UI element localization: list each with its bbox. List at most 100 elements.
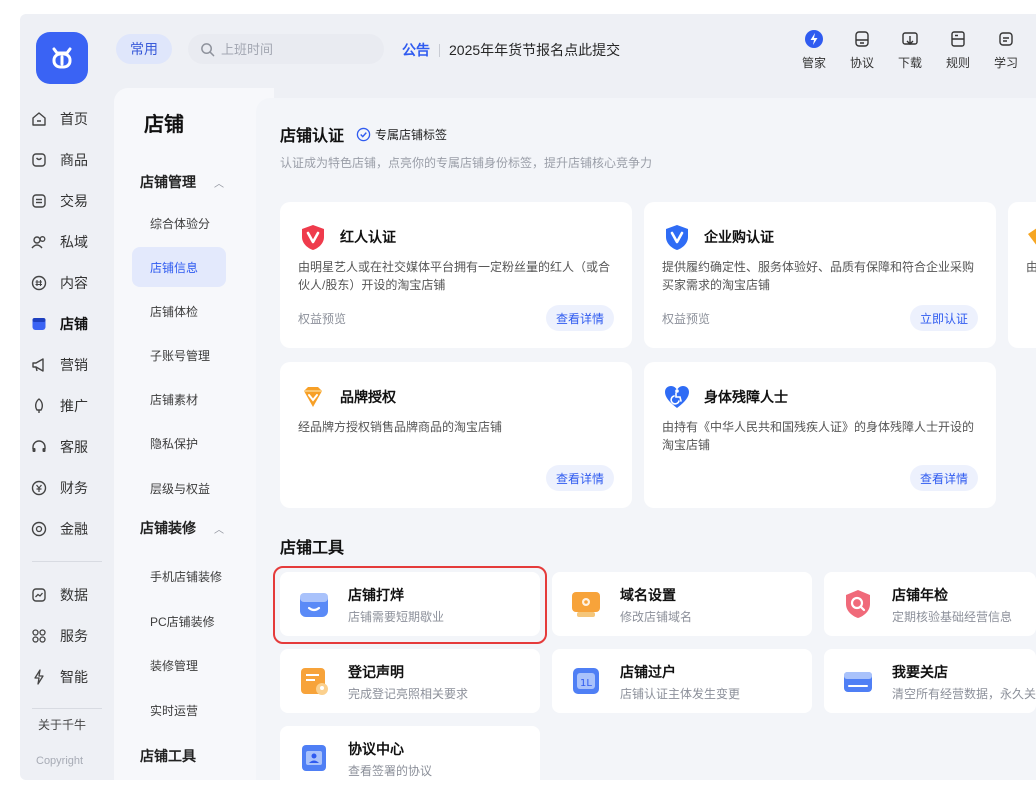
- nav-item-promote[interactable]: 推广: [30, 391, 110, 421]
- submenu-group-tools[interactable]: 店铺工具: [140, 746, 196, 766]
- tool-desc: 清空所有经营数据，永久关闭: [892, 687, 1036, 701]
- promote-icon: [30, 397, 48, 415]
- nav-item-shop[interactable]: 店铺: [30, 309, 110, 339]
- submenu-group-manage[interactable]: 店铺管理 ︿: [140, 172, 224, 192]
- cert-card-influencer[interactable]: 红人认证 由明星艺人或在社交媒体平台拥有一定粉丝量的红人（或合伙人/股东）开设的…: [280, 202, 632, 348]
- agreement-icon: [296, 740, 332, 776]
- tool-name: 店铺过户: [620, 664, 676, 680]
- nav-label: 店铺: [60, 316, 88, 332]
- submenu-item-materials[interactable]: 店铺素材: [132, 379, 226, 419]
- orange-partial-icon: [1028, 228, 1036, 245]
- submenu-group-decoration[interactable]: 店铺装修 ︿: [140, 518, 224, 538]
- check-circle-icon: [356, 127, 371, 141]
- blue-v-shield-icon: [666, 225, 688, 250]
- card-head: 品牌授权: [298, 382, 396, 412]
- nav-item-goods[interactable]: 商品: [30, 145, 110, 175]
- notice-divider: [439, 43, 440, 57]
- section-title: 店铺认证: [280, 128, 345, 145]
- tool-butler[interactable]: 管家: [790, 28, 838, 71]
- nav-item-content[interactable]: 内容: [30, 268, 110, 298]
- tool-download[interactable]: 下载: [886, 28, 934, 71]
- common-button[interactable]: 常用: [116, 34, 172, 64]
- certify-now-button[interactable]: 立即认证: [909, 305, 978, 331]
- learn-icon: [995, 28, 1017, 50]
- orange-diamond-icon: [304, 387, 322, 407]
- nav-item-home[interactable]: 首页: [30, 104, 110, 134]
- notice-text[interactable]: 2025年年货节报名点此提交: [449, 40, 620, 60]
- home-icon: [30, 110, 48, 128]
- tool-card-annual-check[interactable]: 店铺年检 定期核验基础经营信息: [824, 572, 1036, 636]
- tool-agreement[interactable]: 协议: [838, 28, 886, 71]
- headset-icon: [30, 438, 48, 456]
- nav-label: 商品: [60, 152, 88, 168]
- submenu-item-levels[interactable]: 层级与权益: [132, 468, 226, 508]
- group-label: 店铺工具: [140, 748, 196, 764]
- nav-item-ai[interactable]: 智能: [30, 662, 110, 692]
- submenu-item-decor-manage[interactable]: 装修管理: [132, 645, 226, 685]
- submenu-item-shop-check[interactable]: 店铺体检: [132, 291, 226, 331]
- submenu-item-mobile-decor[interactable]: 手机店铺装修: [132, 556, 226, 596]
- view-details-button[interactable]: 查看详情: [545, 465, 614, 491]
- submenu-item-shop-info[interactable]: 店铺信息: [132, 247, 226, 287]
- benefit-preview-link[interactable]: 权益预览: [298, 310, 346, 327]
- submenu-item-pc-decor[interactable]: PC店铺装修: [132, 601, 226, 641]
- tool-label: 管家: [801, 56, 826, 70]
- app-logo[interactable]: [36, 32, 88, 84]
- card-desc: 经品牌方授权销售品牌商品的淘宝店铺: [298, 420, 503, 434]
- nav-label: 客服: [60, 439, 88, 455]
- tool-card-domain[interactable]: 域名设置 修改店铺域名: [552, 572, 812, 636]
- tool-card-close-shop[interactable]: 我要关店 清空所有经营数据，永久关闭: [824, 649, 1036, 713]
- svg-text:1L: 1L: [580, 678, 592, 689]
- nav-item-private[interactable]: 私域: [30, 227, 110, 257]
- tool-label: 协议: [849, 56, 874, 70]
- nav-item-data[interactable]: 数据: [30, 580, 110, 610]
- service-icon: [30, 627, 48, 645]
- tool-card-register[interactable]: 登记声明 完成登记亮照相关要求: [280, 649, 540, 713]
- search-input[interactable]: [221, 41, 371, 57]
- view-details-button[interactable]: 查看详情: [909, 465, 978, 491]
- tool-rules[interactable]: 规则: [934, 28, 982, 71]
- submenu-item-subaccounts[interactable]: 子账号管理: [132, 335, 226, 375]
- tool-desc: 修改店铺域名: [620, 610, 693, 624]
- cert-card-enterprise[interactable]: 企业购认证 提供履约确定性、服务体验好、品质有保障和符合企业采购买家需求的淘宝店…: [644, 202, 996, 348]
- nav-item-finance[interactable]: 财务: [30, 473, 110, 503]
- register-icon: [296, 663, 332, 699]
- card-desc: 提供履约确定性、服务体验好、品质有保障和符合企业采购买家需求的淘宝店铺: [662, 260, 975, 292]
- tool-desc: 查看签署的协议: [348, 764, 433, 778]
- submenu-item-experience-score[interactable]: 综合体验分: [132, 203, 226, 243]
- nav-item-trade[interactable]: 交易: [30, 186, 110, 216]
- tool-desc: 完成登记亮照相关要求: [348, 687, 469, 701]
- nav-item-bank[interactable]: 金融: [30, 514, 110, 544]
- nav-item-service[interactable]: 服务: [30, 621, 110, 651]
- nav-divider: [32, 708, 102, 709]
- tool-label: 学习: [993, 56, 1018, 70]
- group-label: 店铺装修: [140, 520, 196, 536]
- cert-card-brand[interactable]: 品牌授权 经品牌方授权销售品牌商品的淘宝店铺 查看详情: [280, 362, 632, 508]
- cert-card-partial[interactable]: 由: [1008, 202, 1036, 348]
- submenu-item-privacy[interactable]: 隐私保护: [132, 423, 226, 463]
- about-link[interactable]: 关于千牛: [38, 716, 86, 733]
- exclusive-tag[interactable]: 专属店铺标签: [356, 126, 447, 143]
- annual-check-icon: [840, 586, 876, 622]
- card-title: 身体残障人士: [704, 389, 788, 405]
- benefit-preview-link[interactable]: 权益预览: [662, 310, 710, 327]
- nav-item-cs[interactable]: 客服: [30, 432, 110, 462]
- tool-card-agreements[interactable]: 协议中心 查看签署的协议: [280, 726, 540, 780]
- section-subtitle: 认证成为特色店铺，点亮你的专属店铺身份标签，提升店铺核心竞争力: [280, 156, 653, 170]
- rules-icon: [947, 28, 969, 50]
- search-box[interactable]: [188, 34, 384, 64]
- nav-label: 推广: [60, 398, 88, 414]
- tool-learn[interactable]: 学习: [982, 28, 1030, 71]
- submenu-item-realtime-ops[interactable]: 实时运营: [132, 690, 226, 730]
- cert-card-disabled[interactable]: 身体残障人士 由持有《中华人民共和国残疾人证》的身体残障人士开设的淘宝店铺 查看…: [644, 362, 996, 508]
- view-details-button[interactable]: 查看详情: [545, 305, 614, 331]
- nav-item-marketing[interactable]: 营销: [30, 350, 110, 380]
- nav-label: 金融: [60, 521, 88, 537]
- nav-label: 私域: [60, 234, 88, 250]
- close-shop-icon: [840, 663, 876, 699]
- goods-icon: [30, 151, 48, 169]
- people-icon: [30, 233, 48, 251]
- notice-bar[interactable]: 公告 2025年年货节报名点此提交: [402, 40, 620, 60]
- tool-label: 下载: [897, 56, 922, 70]
- tool-card-transfer[interactable]: 1L 店铺过户 店铺认证主体发生变更: [552, 649, 812, 713]
